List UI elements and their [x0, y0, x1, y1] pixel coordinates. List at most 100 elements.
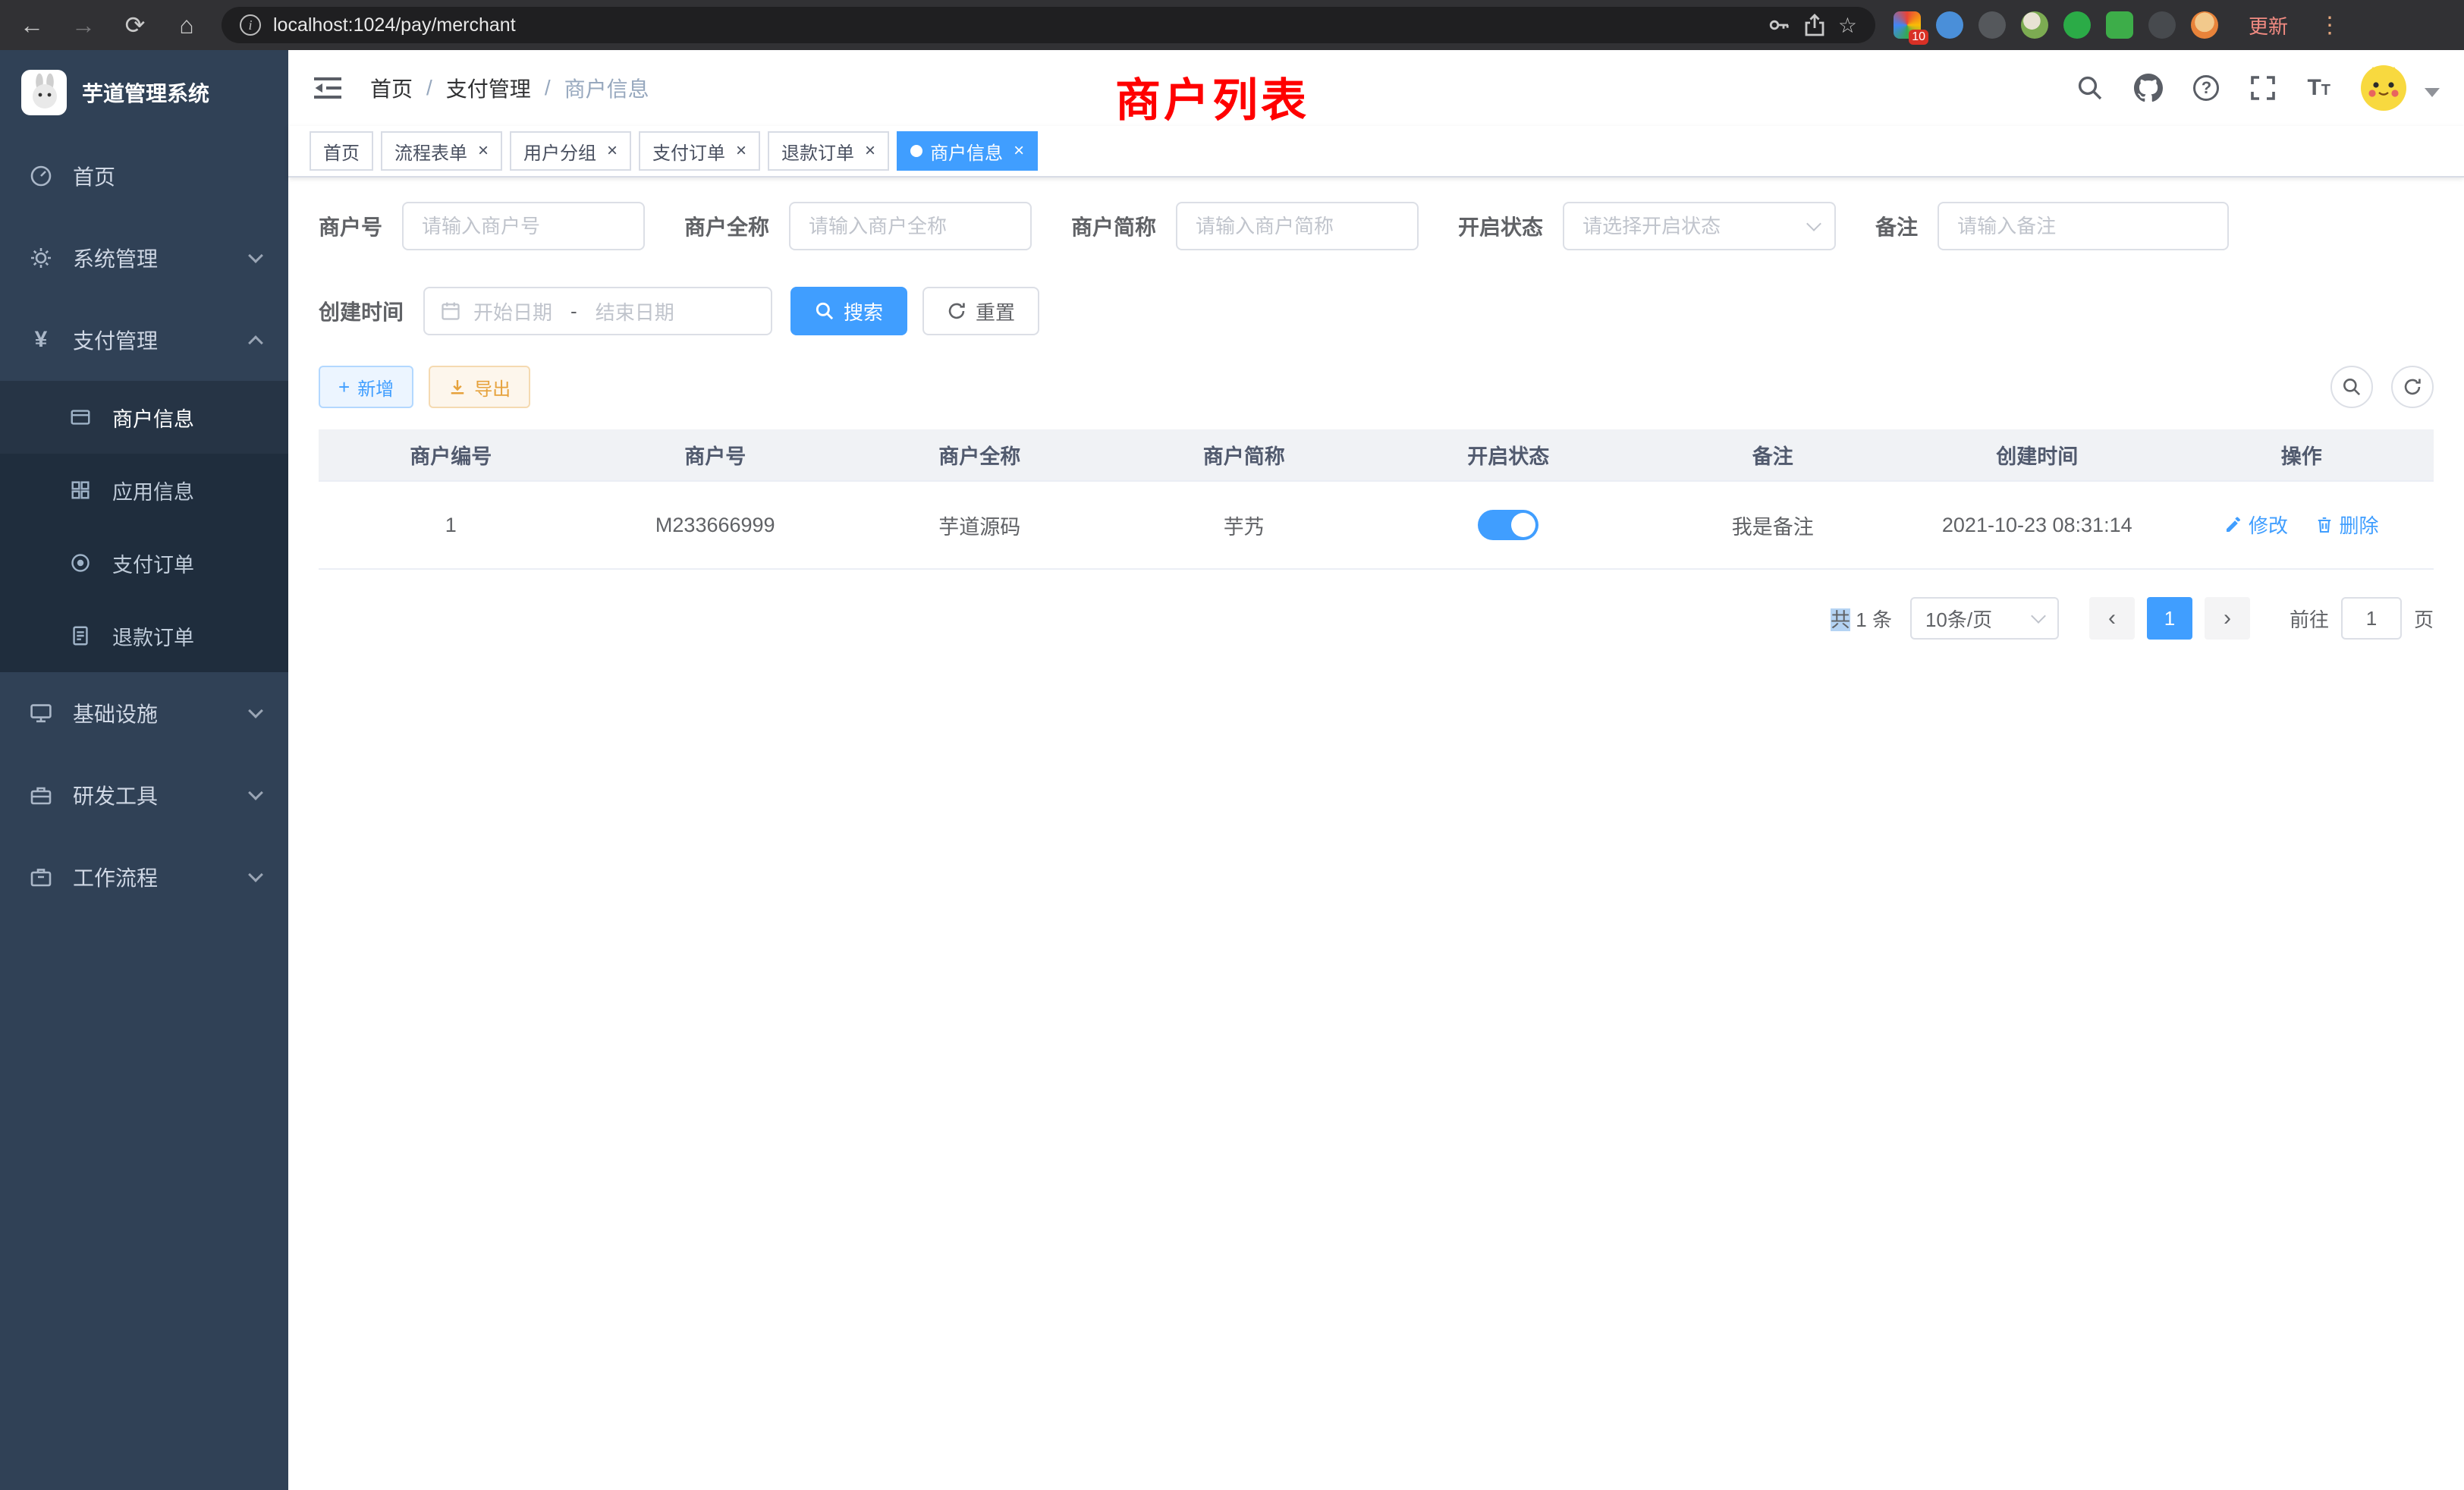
- active-dot: [910, 145, 922, 157]
- status-toggle[interactable]: [1478, 510, 1538, 540]
- edit-button[interactable]: 修改: [2224, 511, 2288, 539]
- app-frame: 芋道管理系统 首页 系统管理 ¥ 支付管理 商户信息 应用信息: [0, 50, 2464, 1490]
- filter-merchant-name: 商户全称: [684, 202, 1032, 250]
- table-tools: [2330, 366, 2434, 408]
- sidebar-item-devtools[interactable]: 研发工具: [0, 754, 288, 836]
- toolbox-icon: [27, 783, 55, 807]
- user-avatar[interactable]: [2361, 65, 2406, 111]
- merchant-no-input[interactable]: [402, 202, 645, 250]
- gear-icon: [27, 246, 55, 270]
- close-icon[interactable]: ×: [478, 142, 489, 160]
- help-icon[interactable]: ?: [2193, 75, 2219, 101]
- delete-button[interactable]: 删除: [2315, 511, 2379, 539]
- search-icon[interactable]: [2076, 74, 2104, 102]
- sidebar-item-label: 应用信息: [112, 476, 194, 505]
- logo-rabbit-icon: [21, 70, 67, 115]
- goto-page-input[interactable]: [2341, 597, 2402, 640]
- share-icon[interactable]: [1803, 13, 1826, 37]
- next-page-button[interactable]: ›: [2205, 597, 2250, 640]
- toggle-search-icon[interactable]: [2330, 366, 2373, 408]
- date-range-picker[interactable]: 开始日期 - 结束日期: [423, 287, 772, 335]
- reset-button[interactable]: 重置: [922, 287, 1039, 335]
- prev-page-button[interactable]: ‹: [2089, 597, 2135, 640]
- browser-forward-button[interactable]: →: [67, 11, 100, 39]
- fullscreen-icon[interactable]: [2249, 74, 2277, 102]
- breadcrumb-current: 商户信息: [564, 73, 649, 103]
- extension-icon[interactable]: 10: [1894, 11, 1921, 39]
- page-unit-label: 页: [2414, 605, 2434, 633]
- sidebar-collapse-icon[interactable]: [313, 75, 343, 101]
- create-time-label: 创建时间: [319, 296, 404, 326]
- breadcrumb-pay[interactable]: 支付管理: [446, 73, 531, 103]
- start-date-placeholder: 开始日期: [473, 297, 552, 325]
- sidebar-item-pay-order[interactable]: 支付订单: [0, 527, 288, 599]
- page-title: 商户列表: [1115, 64, 1309, 130]
- filter-create-time: 创建时间 开始日期 - 结束日期: [319, 287, 772, 335]
- extension-icon[interactable]: [2191, 11, 2218, 39]
- app-logo[interactable]: 芋道管理系统: [0, 50, 288, 135]
- tab-merchant-info[interactable]: 商户信息×: [897, 131, 1038, 171]
- tab-user-group[interactable]: 用户分组×: [510, 131, 631, 171]
- filter-merchant-no: 商户号: [319, 202, 645, 250]
- sidebar-item-label: 支付订单: [112, 549, 194, 578]
- page-info-icon[interactable]: i: [240, 14, 261, 36]
- filter-remark: 备注: [1875, 202, 2229, 250]
- tab-pay-order[interactable]: 支付订单×: [639, 131, 760, 171]
- cell-merchant-id: 1: [319, 481, 583, 569]
- browser-update-button[interactable]: 更新: [2249, 11, 2288, 39]
- merchant-name-input[interactable]: [789, 202, 1032, 250]
- chevron-down-icon: [248, 785, 263, 800]
- table-toolbar: + 新增 导出: [319, 366, 2434, 408]
- export-button[interactable]: 导出: [429, 366, 530, 408]
- browser-back-button[interactable]: ←: [15, 11, 49, 39]
- page-1-button[interactable]: 1: [2147, 597, 2192, 640]
- extension-icon[interactable]: [1936, 11, 1963, 39]
- sidebar-item-pay[interactable]: ¥ 支付管理: [0, 299, 288, 381]
- search-button[interactable]: 搜索: [790, 287, 907, 335]
- status-label: 开启状态: [1458, 211, 1543, 241]
- breadcrumb-home[interactable]: 首页: [370, 73, 413, 103]
- extension-icon[interactable]: [2106, 11, 2133, 39]
- browser-home-button[interactable]: ⌂: [170, 11, 203, 39]
- browser-menu-icon[interactable]: ⋮: [2312, 12, 2347, 39]
- bookmark-star-icon[interactable]: ☆: [1838, 13, 1857, 38]
- address-bar[interactable]: i localhost:1024/pay/merchant ☆: [222, 7, 1875, 43]
- close-icon[interactable]: ×: [736, 142, 746, 160]
- extension-icon[interactable]: [2148, 11, 2176, 39]
- sidebar-item-refund-order[interactable]: 退款订单: [0, 599, 288, 672]
- card-icon: [67, 406, 94, 429]
- status-select[interactable]: [1563, 202, 1836, 250]
- sidebar-item-home[interactable]: 首页: [0, 135, 288, 217]
- sidebar-item-merchant-info[interactable]: 商户信息: [0, 381, 288, 454]
- password-key-icon[interactable]: [1767, 13, 1791, 37]
- extension-icon[interactable]: [2021, 11, 2048, 39]
- sidebar-item-app-info[interactable]: 应用信息: [0, 454, 288, 527]
- sidebar-item-system[interactable]: 系统管理: [0, 217, 288, 299]
- remark-input[interactable]: [1938, 202, 2229, 250]
- font-size-icon[interactable]: TT: [2307, 75, 2330, 101]
- tab-home[interactable]: 首页: [310, 131, 373, 171]
- close-icon[interactable]: ×: [607, 142, 618, 160]
- tab-refund-order[interactable]: 退款订单×: [768, 131, 889, 171]
- browser-refresh-button[interactable]: ⟳: [118, 11, 152, 39]
- user-caret-down-icon[interactable]: [2425, 88, 2440, 97]
- sidebar: 芋道管理系统 首页 系统管理 ¥ 支付管理 商户信息 应用信息: [0, 50, 288, 1490]
- page-size-select[interactable]: 10条/页: [1910, 597, 2059, 640]
- extension-icon[interactable]: [1978, 11, 2006, 39]
- close-icon[interactable]: ×: [865, 142, 875, 160]
- add-button[interactable]: + 新增: [319, 366, 413, 408]
- browser-extensions: 10: [1894, 11, 2218, 39]
- close-icon[interactable]: ×: [1014, 142, 1024, 160]
- extension-icon[interactable]: [2063, 11, 2091, 39]
- refresh-icon[interactable]: [2391, 366, 2434, 408]
- calendar-icon: [440, 300, 461, 322]
- grid-icon: [67, 479, 94, 501]
- sidebar-item-workflow[interactable]: 工作流程: [0, 836, 288, 918]
- col-merchant-name: 商户全称: [847, 429, 1112, 481]
- sidebar-item-infra[interactable]: 基础设施: [0, 672, 288, 754]
- merchant-short-input[interactable]: [1176, 202, 1419, 250]
- browser-toolbar: ← → ⟳ ⌂ i localhost:1024/pay/merchant ☆ …: [0, 0, 2464, 50]
- tab-process-form[interactable]: 流程表单×: [381, 131, 502, 171]
- github-icon[interactable]: [2134, 74, 2163, 102]
- sidebar-item-label: 工作流程: [73, 862, 158, 892]
